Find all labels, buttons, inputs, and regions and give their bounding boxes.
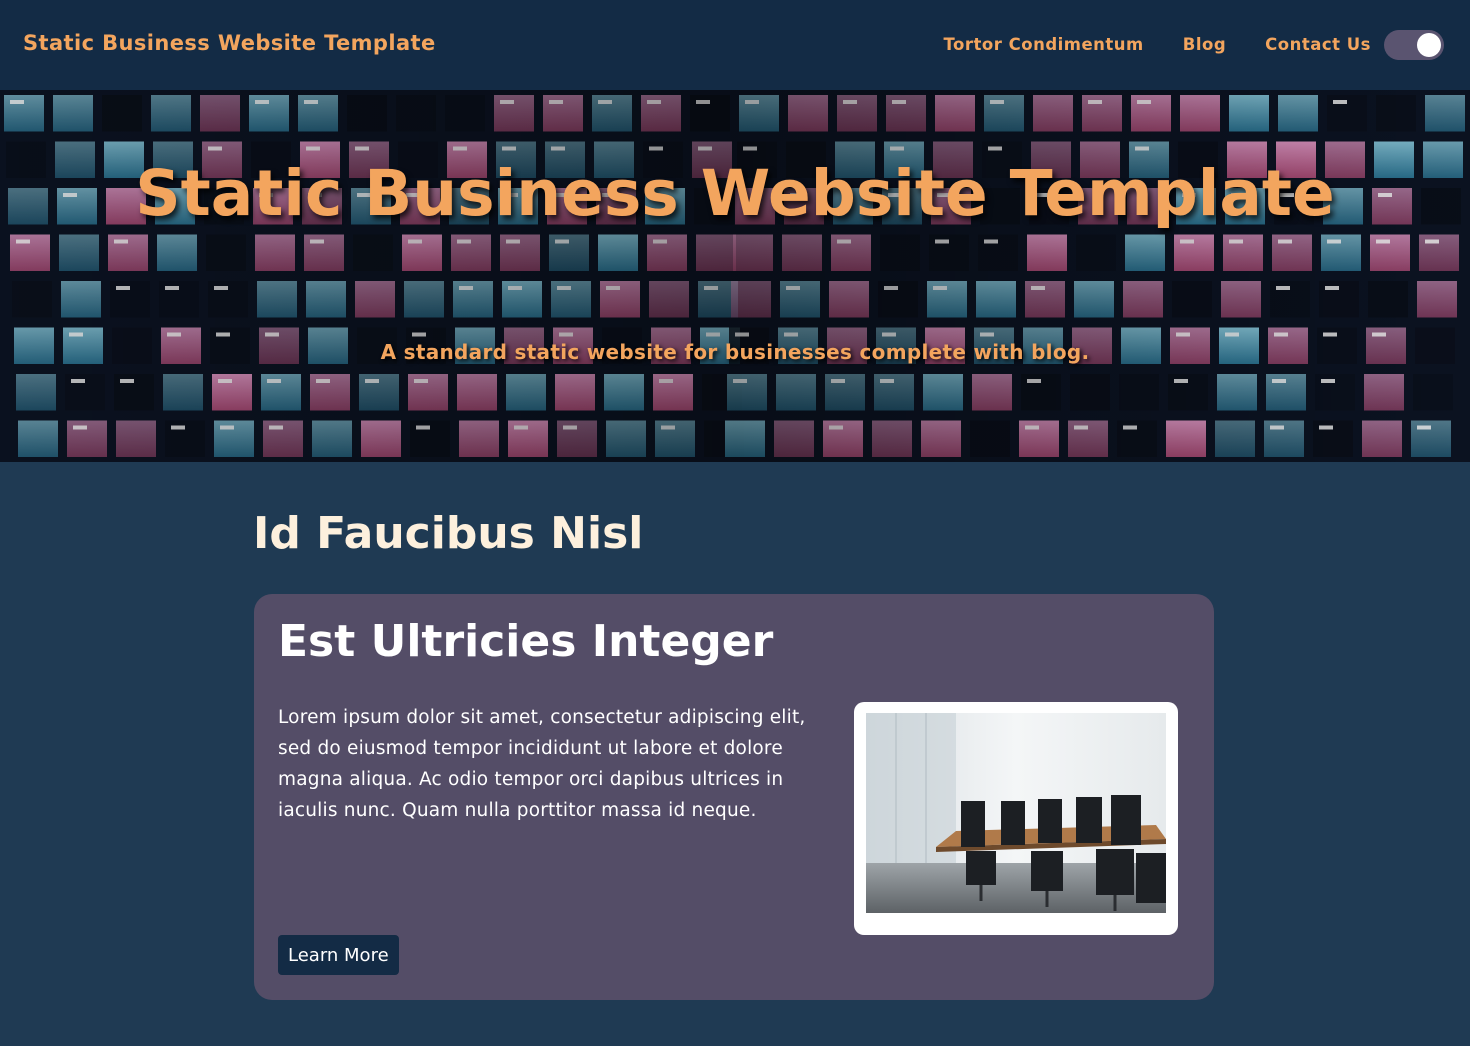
card-title: Est Ultricies Integer [278, 616, 774, 667]
hero-banner: Static Business Website Template A stand… [0, 90, 1470, 462]
hero-background-image [0, 90, 1470, 462]
card-text: Lorem ipsum dolor sit amet, consectetur … [278, 707, 806, 821]
card-image-frame [854, 702, 1178, 935]
learn-more-button[interactable]: Learn More [278, 935, 399, 975]
toggle-knob [1417, 33, 1441, 57]
section-title: Id Faucibus Nisl [253, 508, 644, 559]
hero-subtitle: A standard static website for businesses… [380, 340, 1090, 364]
nav-links: Tortor Condimentum Blog Contact Us [943, 35, 1371, 54]
feature-card: Est Ultricies Integer Lorem ipsum dolor … [254, 594, 1214, 1000]
nav-link-contact-us[interactable]: Contact Us [1265, 35, 1371, 54]
navbar: Static Business Website Template Tortor … [0, 0, 1470, 90]
brand-link[interactable]: Static Business Website Template [23, 31, 436, 55]
hero-title: Static Business Website Template [135, 157, 1335, 230]
dark-mode-toggle[interactable] [1384, 30, 1444, 60]
nav-link-blog[interactable]: Blog [1183, 35, 1226, 54]
conference-room-image [866, 713, 1166, 913]
nav-link-tortor-condimentum[interactable]: Tortor Condimentum [943, 35, 1143, 54]
